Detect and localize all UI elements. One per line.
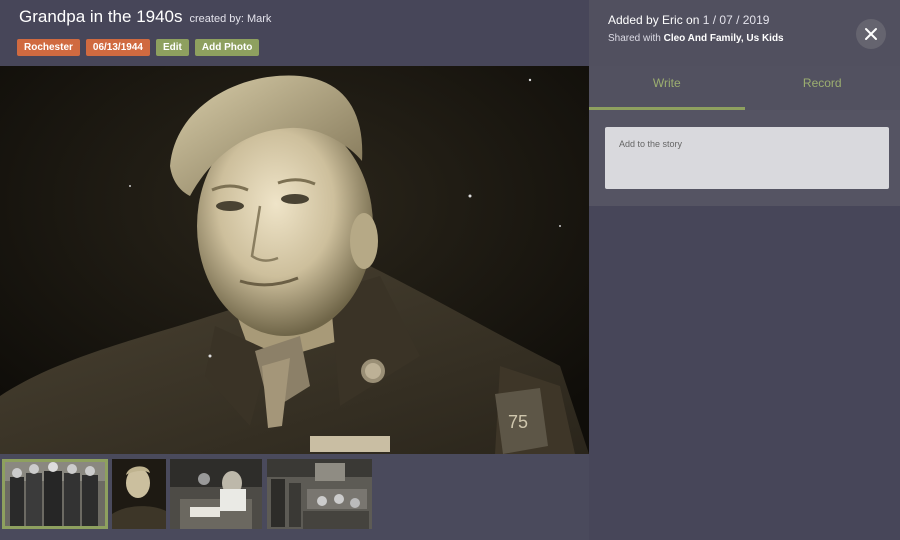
thumbnail-image — [170, 459, 262, 529]
thumbnail-image — [2, 459, 108, 529]
portrait-image: 75 — [0, 66, 589, 454]
story-input-area — [589, 110, 900, 206]
thumbnail-soldier-portrait[interactable] — [112, 459, 166, 529]
edit-button[interactable]: Edit — [155, 39, 189, 56]
added-by-label: Added by Eric on — [608, 13, 700, 27]
thumbnail-image — [112, 459, 166, 529]
tab-record[interactable]: Record — [745, 66, 900, 110]
story-input[interactable] — [605, 127, 889, 189]
album-header: Grandpa in the 1940s created by: Mark Ro… — [0, 0, 589, 66]
photo-info-header: Added by Eric on 1 / 07 / 2019 Shared wi… — [589, 0, 900, 66]
add-photo-button[interactable]: Add Photo — [194, 39, 260, 56]
added-date: 1 / 07 / 2019 — [702, 13, 770, 27]
close-icon — [865, 28, 877, 40]
tag-bar: Rochester 06/13/1944 Edit Add Photo — [17, 39, 260, 56]
thumbnail-room-gathering[interactable] — [267, 459, 372, 529]
shared-with-groups[interactable]: Cleo And Family, Us Kids — [664, 33, 784, 44]
svg-text:75: 75 — [508, 412, 528, 432]
shared-label: Shared with — [608, 33, 661, 44]
thumbnail-strip — [0, 454, 589, 540]
shared-info: Shared with Cleo And Family, Us Kids — [608, 33, 784, 44]
thumbnail-family-group[interactable] — [2, 459, 108, 529]
title-row: Grandpa in the 1940s created by: Mark — [19, 7, 271, 27]
album-creator: created by: Mark — [189, 13, 272, 25]
close-button[interactable] — [856, 19, 886, 49]
added-info: Added by Eric on 1 / 07 / 2019 — [608, 13, 769, 27]
tab-write[interactable]: Write — [589, 66, 745, 110]
tag-date[interactable]: 06/13/1944 — [85, 39, 150, 56]
tag-location[interactable]: Rochester — [17, 39, 80, 56]
thumbnail-image — [267, 459, 372, 529]
thumbnail-workbench[interactable] — [170, 459, 262, 529]
story-tabs: Write Record — [589, 66, 900, 110]
main-photo[interactable]: 75 — [0, 66, 589, 454]
story-panel: Added by Eric on 1 / 07 / 2019 Shared wi… — [589, 0, 900, 540]
album-title: Grandpa in the 1940s — [19, 7, 183, 26]
